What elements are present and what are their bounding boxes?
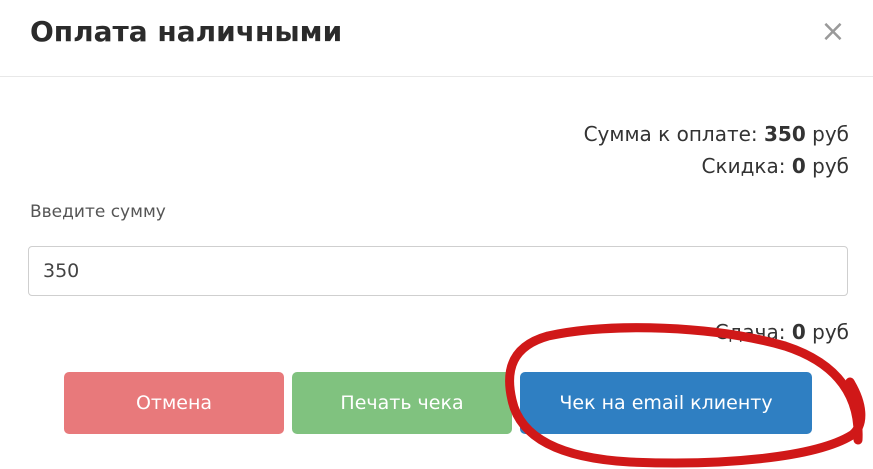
amount-input[interactable] [28, 246, 848, 296]
change-label: Сдача: [714, 320, 786, 344]
total-label: Сумма к оплате: [583, 122, 758, 146]
amount-field-label: Введите сумму [30, 202, 166, 222]
change-unit: руб [812, 320, 849, 344]
total-unit: руб [812, 122, 849, 146]
discount-value: 0 [791, 154, 806, 178]
discount-label: Скидка: [701, 154, 786, 178]
cash-payment-modal: Оплата наличными × Сумма к оплате: 350 р… [0, 0, 873, 469]
cancel-button[interactable]: Отмена [64, 372, 284, 434]
change-value: 0 [791, 320, 806, 344]
total-value: 350 [764, 122, 806, 146]
close-icon[interactable]: × [815, 14, 851, 50]
print-receipt-button[interactable]: Печать чека [292, 372, 512, 434]
change-line: Сдача: 0 руб [715, 320, 849, 344]
modal-header: Оплата наличными × [0, 0, 873, 77]
total-line: Сумма к оплате: 350 руб [584, 118, 849, 150]
modal-title: Оплата наличными [30, 15, 343, 48]
payment-summary: Сумма к оплате: 350 руб Скидка: 0 руб [584, 118, 849, 182]
discount-unit: руб [812, 154, 849, 178]
email-receipt-button[interactable]: Чек на email клиенту [520, 372, 812, 434]
discount-line: Скидка: 0 руб [584, 150, 849, 182]
